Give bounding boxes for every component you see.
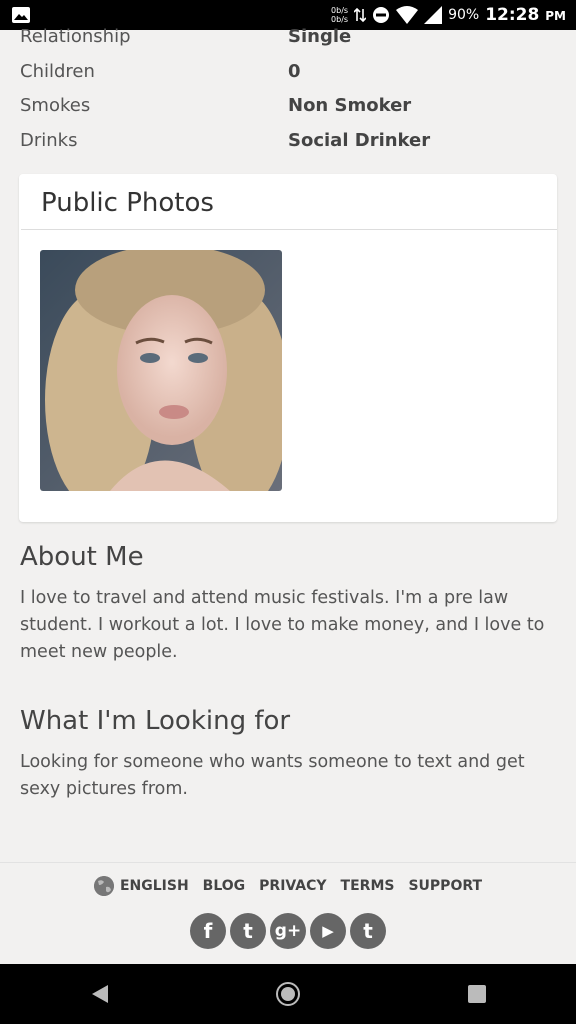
footer-link-support[interactable]: SUPPORT <box>408 878 482 894</box>
footer-divider <box>0 862 576 863</box>
profile-photo[interactable] <box>40 250 282 491</box>
data-arrows-icon <box>354 7 367 23</box>
battery-percent: 90% <box>448 7 480 23</box>
detail-value: 0 <box>288 60 301 82</box>
detail-label: Relationship <box>20 26 131 47</box>
footer-link-terms[interactable]: TERMS <box>341 878 395 894</box>
looking-for-title: What I'm Looking for <box>20 706 291 736</box>
detail-value: Single <box>288 26 352 47</box>
back-icon[interactable] <box>90 984 110 1004</box>
language-label: ENGLISH <box>119 878 189 894</box>
card-divider <box>21 229 557 230</box>
detail-label: Smokes <box>20 95 91 116</box>
detail-label: Children <box>20 60 95 82</box>
looking-for-text: Looking for someone who wants someone to… <box>20 752 525 799</box>
footer-link-privacy[interactable]: PRIVACY <box>259 878 326 894</box>
home-icon[interactable] <box>276 982 300 1006</box>
detail-label: Drinks <box>20 129 78 151</box>
facebook-icon[interactable]: f <box>190 913 226 949</box>
globe-icon <box>93 876 114 896</box>
profile-details: Relationship Single Children 0 Smokes No… <box>20 22 560 160</box>
footer-link-blog[interactable]: BLOG <box>203 878 246 894</box>
image-icon <box>12 7 30 23</box>
language-selector[interactable]: ENGLISH <box>93 876 189 896</box>
footer-links: ENGLISH BLOG PRIVACY TERMS SUPPORT <box>0 876 576 896</box>
recent-apps-icon[interactable] <box>468 985 486 1003</box>
about-me-text: I love to travel and attend music festiv… <box>20 588 545 662</box>
detail-row-smokes: Smokes Non Smoker <box>20 91 560 126</box>
youtube-icon[interactable]: ▶ <box>310 913 346 949</box>
detail-value: Social Drinker <box>288 129 431 151</box>
about-me-title: About Me <box>20 542 144 572</box>
twitter-icon[interactable]: t <box>230 913 266 949</box>
detail-value: Non Smoker <box>288 95 412 116</box>
detail-row-drinks: Drinks Social Drinker <box>20 126 560 161</box>
public-photos-title: Public Photos <box>41 188 214 218</box>
navigation-bar <box>0 964 576 1024</box>
tumblr-icon[interactable]: t <box>350 913 386 949</box>
detail-row-children: Children 0 <box>20 57 560 92</box>
google-plus-icon[interactable]: g+ <box>270 913 306 949</box>
public-photos-card: Public Photos <box>19 174 557 522</box>
detail-row-relationship: Relationship Single <box>20 22 560 57</box>
social-links: f t g+ ▶ t <box>0 913 576 949</box>
